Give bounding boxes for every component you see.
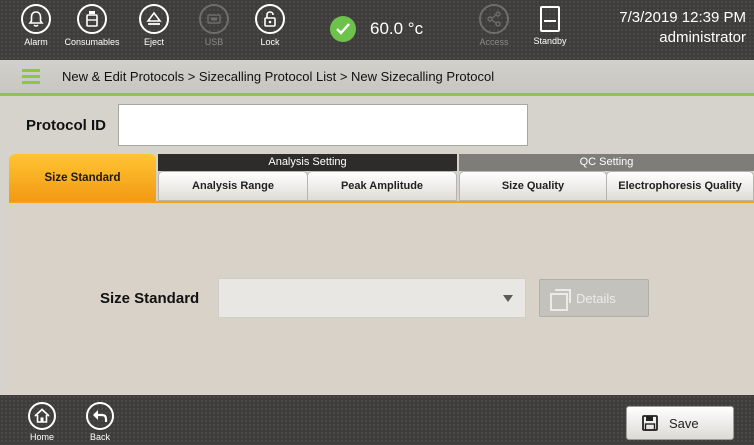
list-menu-icon[interactable] xyxy=(22,69,40,85)
breadcrumb-bar: New & Edit Protocols > Sizecalling Proto… xyxy=(0,60,754,96)
save-label: Save xyxy=(669,415,699,431)
dropdown-arrow-icon xyxy=(503,295,513,302)
consumables-button[interactable]: Consumables xyxy=(62,4,122,47)
back-button[interactable]: Back xyxy=(80,402,120,442)
temperature-status: 60.0 °c xyxy=(330,14,423,44)
lock-label: Lock xyxy=(260,37,280,47)
tab-electrophoresis-quality[interactable]: Electrophoresis Quality xyxy=(606,171,754,201)
tab-peak-amplitude[interactable]: Peak Amplitude xyxy=(307,171,457,201)
standby-icon xyxy=(540,6,560,32)
lock-button[interactable]: Lock xyxy=(240,4,300,47)
protocol-id-input[interactable] xyxy=(118,104,528,146)
bottle-icon xyxy=(77,4,107,34)
standby-label: Standby xyxy=(533,36,567,46)
access-label: Access xyxy=(479,37,509,47)
details-button[interactable]: Details xyxy=(539,279,649,317)
access-button[interactable]: Access xyxy=(464,4,524,47)
alarm-button[interactable]: Alarm xyxy=(6,4,66,47)
eject-button[interactable]: Eject xyxy=(124,4,184,47)
back-label: Back xyxy=(89,432,110,442)
share-icon xyxy=(479,4,509,34)
checkmark-icon xyxy=(330,16,356,42)
protocol-id-label: Protocol ID xyxy=(26,117,107,134)
tab-analysis-range[interactable]: Analysis Range xyxy=(158,171,308,201)
top-toolbar: Alarm Consumables Eject USB Lock 60.0 °c xyxy=(0,0,754,60)
consumables-label: Consumables xyxy=(64,37,120,47)
qc-setting-header: QC Setting xyxy=(459,154,754,171)
save-button[interactable]: Save xyxy=(626,406,734,440)
eject-label: Eject xyxy=(143,37,164,47)
size-standard-label: Size Standard xyxy=(100,290,200,307)
home-button[interactable]: Home xyxy=(22,402,62,442)
windows-icon xyxy=(550,289,571,311)
back-arrow-icon xyxy=(86,402,114,430)
breadcrumb: New & Edit Protocols > Sizecalling Proto… xyxy=(62,69,495,84)
eject-icon xyxy=(139,4,169,34)
analysis-setting-header: Analysis Setting xyxy=(158,154,457,171)
size-standard-dropdown[interactable] xyxy=(218,278,526,318)
bell-icon xyxy=(21,4,51,34)
tab-size-standard[interactable]: Size Standard xyxy=(9,154,156,201)
details-label: Details xyxy=(576,290,616,306)
datetime: 7/3/2019 12:39 PM xyxy=(619,9,746,26)
tab-size-quality[interactable]: Size Quality xyxy=(459,171,607,201)
floppy-disk-icon xyxy=(642,415,658,431)
temperature-value: 60.0 °c xyxy=(370,19,424,38)
alarm-label: Alarm xyxy=(24,37,48,47)
usb-icon xyxy=(199,4,229,34)
home-icon xyxy=(28,402,56,430)
usb-label: USB xyxy=(204,37,224,47)
current-user: administrator xyxy=(659,29,746,46)
home-label: Home xyxy=(29,432,54,442)
standby-button[interactable]: Standby xyxy=(528,6,572,46)
unlock-icon xyxy=(255,4,285,34)
datetime-user: 7/3/2019 12:39 PM administrator xyxy=(619,8,746,48)
usb-button[interactable]: USB xyxy=(184,4,244,47)
